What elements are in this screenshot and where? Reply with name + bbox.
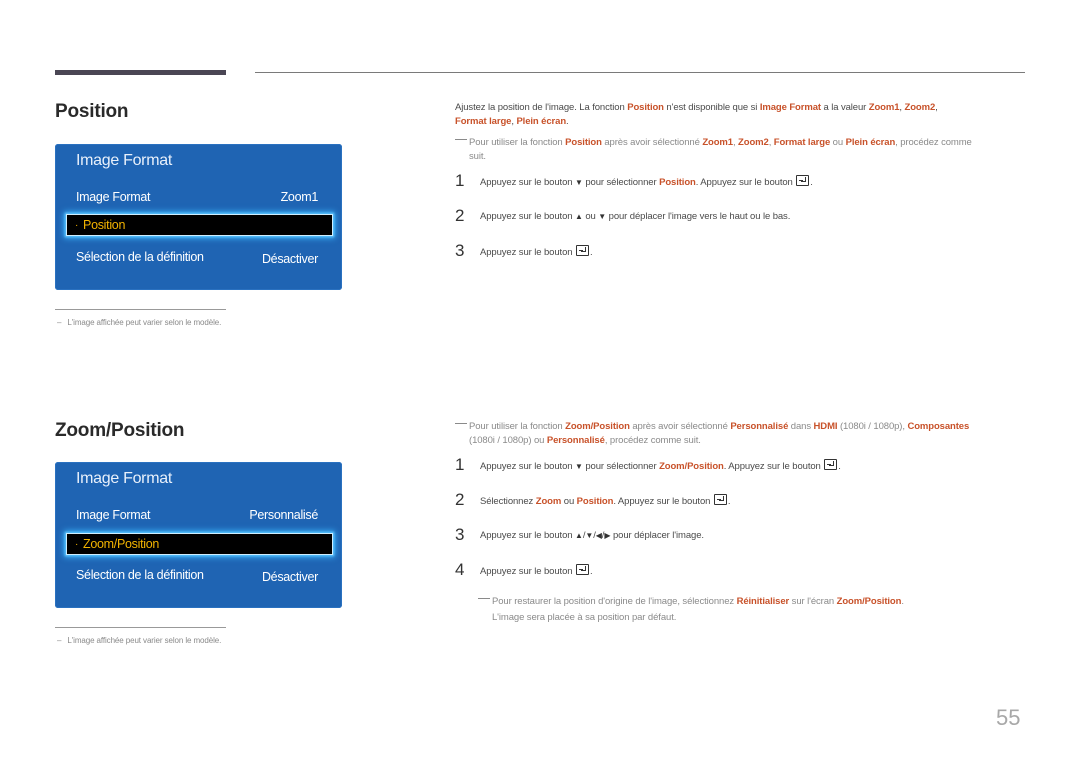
down-arrow-icon: ▼ bbox=[574, 461, 583, 471]
dash-icon: – bbox=[57, 318, 62, 327]
down-arrow-icon: ▼ bbox=[585, 530, 594, 540]
osd-row-label: Image Format bbox=[76, 190, 151, 204]
enter-button-icon bbox=[796, 174, 810, 186]
step-1: 1 Appuyez sur le bouton ▼ pour sélection… bbox=[455, 455, 841, 475]
osd-row-image-format[interactable]: Image Format Personnalisé bbox=[76, 508, 318, 522]
osd-menu-zoom-position: Image Format Image Format Personnalisé ·… bbox=[55, 462, 342, 608]
osd-selected-label: Zoom/Position bbox=[83, 537, 160, 551]
step-text: Appuyez sur le bouton ▼ pour sélectionne… bbox=[480, 458, 841, 472]
osd-title: Image Format bbox=[76, 152, 172, 169]
step-text: Sélectionnez Zoom ou Position. Appuyez s… bbox=[480, 493, 731, 507]
enter-button-icon bbox=[575, 244, 589, 256]
section-title-zoom-position: Zoom/Position bbox=[55, 420, 185, 441]
footnote-rule bbox=[55, 627, 226, 628]
note-reset: Pour restaurer la position d'origine de … bbox=[478, 595, 1038, 627]
osd-row-image-format[interactable]: Image Format Zoom1 bbox=[76, 190, 318, 204]
down-arrow-icon: ▼ bbox=[574, 177, 583, 187]
header-rule-thick bbox=[55, 70, 226, 75]
enter-button-icon bbox=[575, 563, 589, 575]
osd-row-definition[interactable]: Sélection de la définition Désactiver bbox=[76, 250, 318, 266]
footnote: – L'image affichée peut varier selon le m… bbox=[57, 636, 221, 645]
osd-selected-position[interactable]: · Position bbox=[66, 214, 333, 236]
step-2: 2 Appuyez sur le bouton ▲ ou ▼ pour dépl… bbox=[455, 206, 790, 226]
step-number: 1 bbox=[455, 455, 465, 474]
note-position: Pour utiliser la fonction Position après… bbox=[455, 136, 1035, 164]
osd-title: Image Format bbox=[76, 470, 172, 487]
osd-row-label: Sélection de la définition bbox=[76, 568, 204, 582]
note-icon bbox=[455, 139, 467, 140]
osd-row-label: Sélection de la définition bbox=[76, 250, 204, 264]
step-number: 3 bbox=[455, 525, 465, 544]
header-rule-thin bbox=[255, 72, 1025, 73]
osd-row-value: Désactiver bbox=[261, 570, 318, 584]
up-arrow-icon: ▲ bbox=[574, 211, 583, 221]
enter-button-icon bbox=[713, 493, 727, 505]
down-arrow-icon: ▼ bbox=[598, 211, 607, 221]
step-text: Appuyez sur le bouton . bbox=[480, 563, 593, 577]
page-number: 55 bbox=[996, 705, 1021, 730]
footnote-text: L'image affichée peut varier selon le mo… bbox=[67, 318, 222, 327]
step-3: 3 Appuyez sur le bouton ▲/▼/◀/▶ pour dép… bbox=[455, 525, 704, 545]
note-icon bbox=[478, 598, 490, 599]
step-number: 2 bbox=[455, 206, 465, 225]
osd-selected-label: Position bbox=[83, 218, 126, 232]
step-text: Appuyez sur le bouton ▲ ou ▼ pour déplac… bbox=[480, 210, 791, 222]
bullet-icon: · bbox=[75, 538, 79, 550]
osd-selected-zoom-position[interactable]: · Zoom/Position bbox=[66, 533, 333, 555]
osd-row-value: Personnalisé bbox=[249, 508, 318, 522]
osd-row-label: Image Format bbox=[76, 508, 151, 522]
step-text: Appuyez sur le bouton ▲/▼/◀/▶ pour dépla… bbox=[480, 529, 704, 541]
step-3: 3 Appuyez sur le bouton . bbox=[455, 241, 593, 261]
enter-button-icon bbox=[824, 458, 838, 470]
osd-row-definition[interactable]: Sélection de la définition Désactiver bbox=[76, 568, 318, 584]
osd-menu-position: Image Format Image Format Zoom1 · Positi… bbox=[55, 144, 342, 290]
footnote: – L'image affichée peut varier selon le m… bbox=[57, 318, 221, 327]
step-number: 1 bbox=[455, 171, 465, 190]
note-zoom-position: Pour utiliser la fonction Zoom/Position … bbox=[455, 420, 1035, 448]
footnote-rule bbox=[55, 309, 226, 310]
osd-row-value: Désactiver bbox=[261, 252, 318, 266]
osd-row-value: Zoom1 bbox=[280, 190, 319, 204]
section-title-position: Position bbox=[55, 101, 129, 122]
footnote-text: L'image affichée peut varier selon le mo… bbox=[67, 636, 222, 645]
step-number: 3 bbox=[455, 241, 465, 260]
step-2: 2 Sélectionnez Zoom ou Position. Appuyez… bbox=[455, 490, 731, 510]
bullet-icon: · bbox=[75, 219, 79, 231]
intro-paragraph: Ajustez la position de l'image. La fonct… bbox=[455, 102, 938, 127]
step-number: 2 bbox=[455, 490, 465, 509]
step-number: 4 bbox=[455, 560, 465, 579]
step-text: Appuyez sur le bouton . bbox=[480, 244, 593, 258]
step-1: 1 Appuyez sur le bouton ▼ pour sélection… bbox=[455, 171, 813, 191]
step-text: Appuyez sur le bouton ▼ pour sélectionne… bbox=[480, 174, 813, 188]
dash-icon: – bbox=[57, 636, 62, 645]
step-4: 4 Appuyez sur le bouton . bbox=[455, 560, 593, 580]
note-icon bbox=[455, 423, 467, 424]
up-arrow-icon: ▲ bbox=[574, 530, 583, 540]
